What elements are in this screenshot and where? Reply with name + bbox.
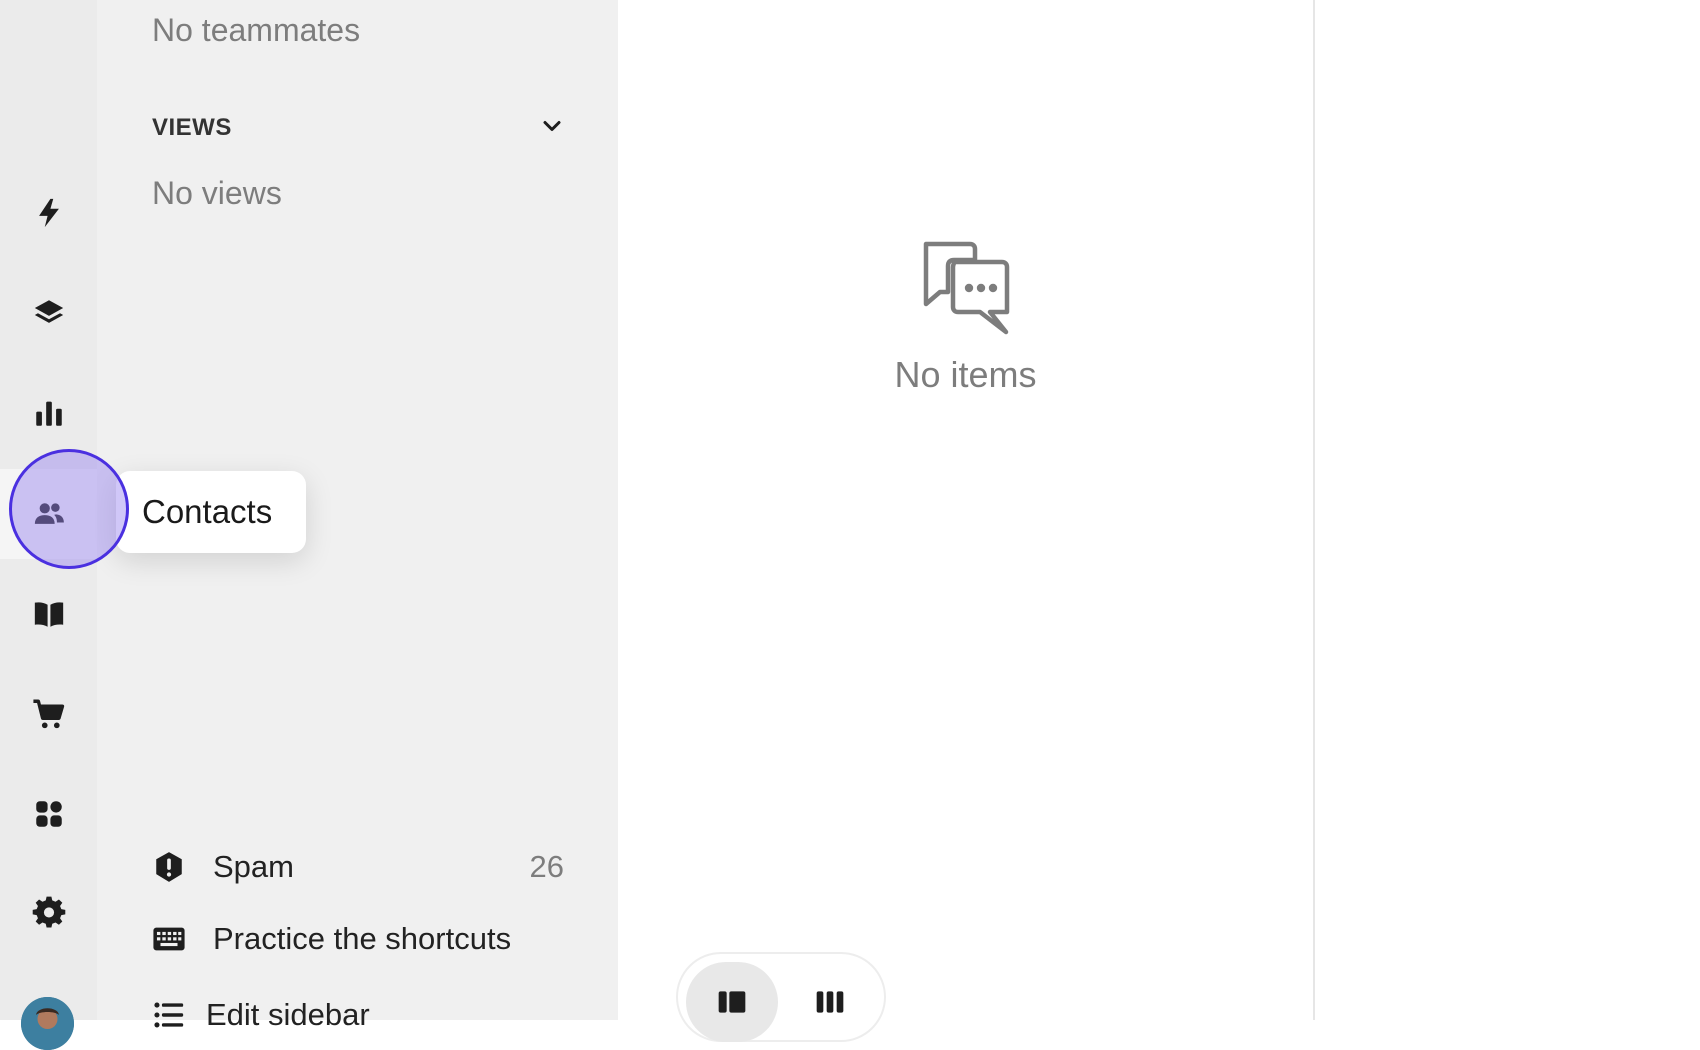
detail-pane [1315, 0, 1700, 1020]
sidebar-item-shortcuts[interactable]: Practice the shortcuts [152, 911, 564, 967]
three-pane-layout-icon [816, 991, 844, 1013]
rail-item-commerce[interactable] [0, 669, 97, 759]
keyboard-icon [152, 922, 186, 956]
no-views-text: No views [152, 175, 282, 211]
two-pane-layout-button[interactable] [686, 962, 778, 1042]
lightning-icon [38, 198, 59, 228]
contacts-tooltip: Contacts [116, 471, 306, 553]
three-pane-layout-button[interactable] [784, 962, 876, 1042]
views-title: VIEWS [152, 114, 232, 141]
two-pane-layout-icon [718, 991, 746, 1013]
rail-item-apps[interactable] [0, 769, 97, 859]
sidebar-item-spam[interactable]: Spam 26 [152, 839, 564, 895]
sidebar-item-edit-sidebar[interactable]: Edit sidebar [152, 987, 564, 1043]
book-icon [34, 602, 63, 627]
avatar-image [21, 997, 74, 1050]
shield-alert-icon [152, 850, 186, 884]
bar-chart-icon [35, 401, 62, 426]
rail-item-layers[interactable] [0, 268, 97, 358]
rail-item-settings[interactable] [0, 868, 97, 958]
spam-count: 26 [529, 849, 564, 884]
chevron-down-icon[interactable] [540, 114, 564, 143]
rail-item-knowledge-base[interactable] [0, 569, 97, 659]
shortcuts-label: Practice the shortcuts [213, 921, 512, 956]
main-pane: No items [618, 0, 1315, 1042]
chat-bubbles-icon [923, 241, 1009, 335]
spam-label: Spam [213, 849, 294, 884]
edit-sidebar-label: Edit sidebar [206, 997, 370, 1032]
tooltip-label: Contacts [142, 493, 273, 530]
rail-item-contacts[interactable] [0, 469, 97, 559]
layout-toggle [676, 952, 886, 1042]
no-teammates-text: No teammates [152, 12, 361, 48]
gear-icon [32, 896, 65, 928]
empty-state: No items [618, 240, 1313, 396]
user-avatar[interactable] [21, 997, 74, 1050]
empty-state-text: No items [894, 354, 1037, 395]
rail-item-automations[interactable] [0, 168, 97, 258]
layers-icon [34, 300, 63, 323]
views-section-header[interactable]: VIEWS [152, 108, 564, 148]
contacts-icon [34, 503, 64, 524]
list-icon [152, 998, 186, 1032]
apps-grid-icon [35, 801, 62, 827]
icon-rail [0, 0, 97, 1050]
cart-icon [32, 699, 64, 729]
rail-item-analytics[interactable] [0, 368, 97, 458]
